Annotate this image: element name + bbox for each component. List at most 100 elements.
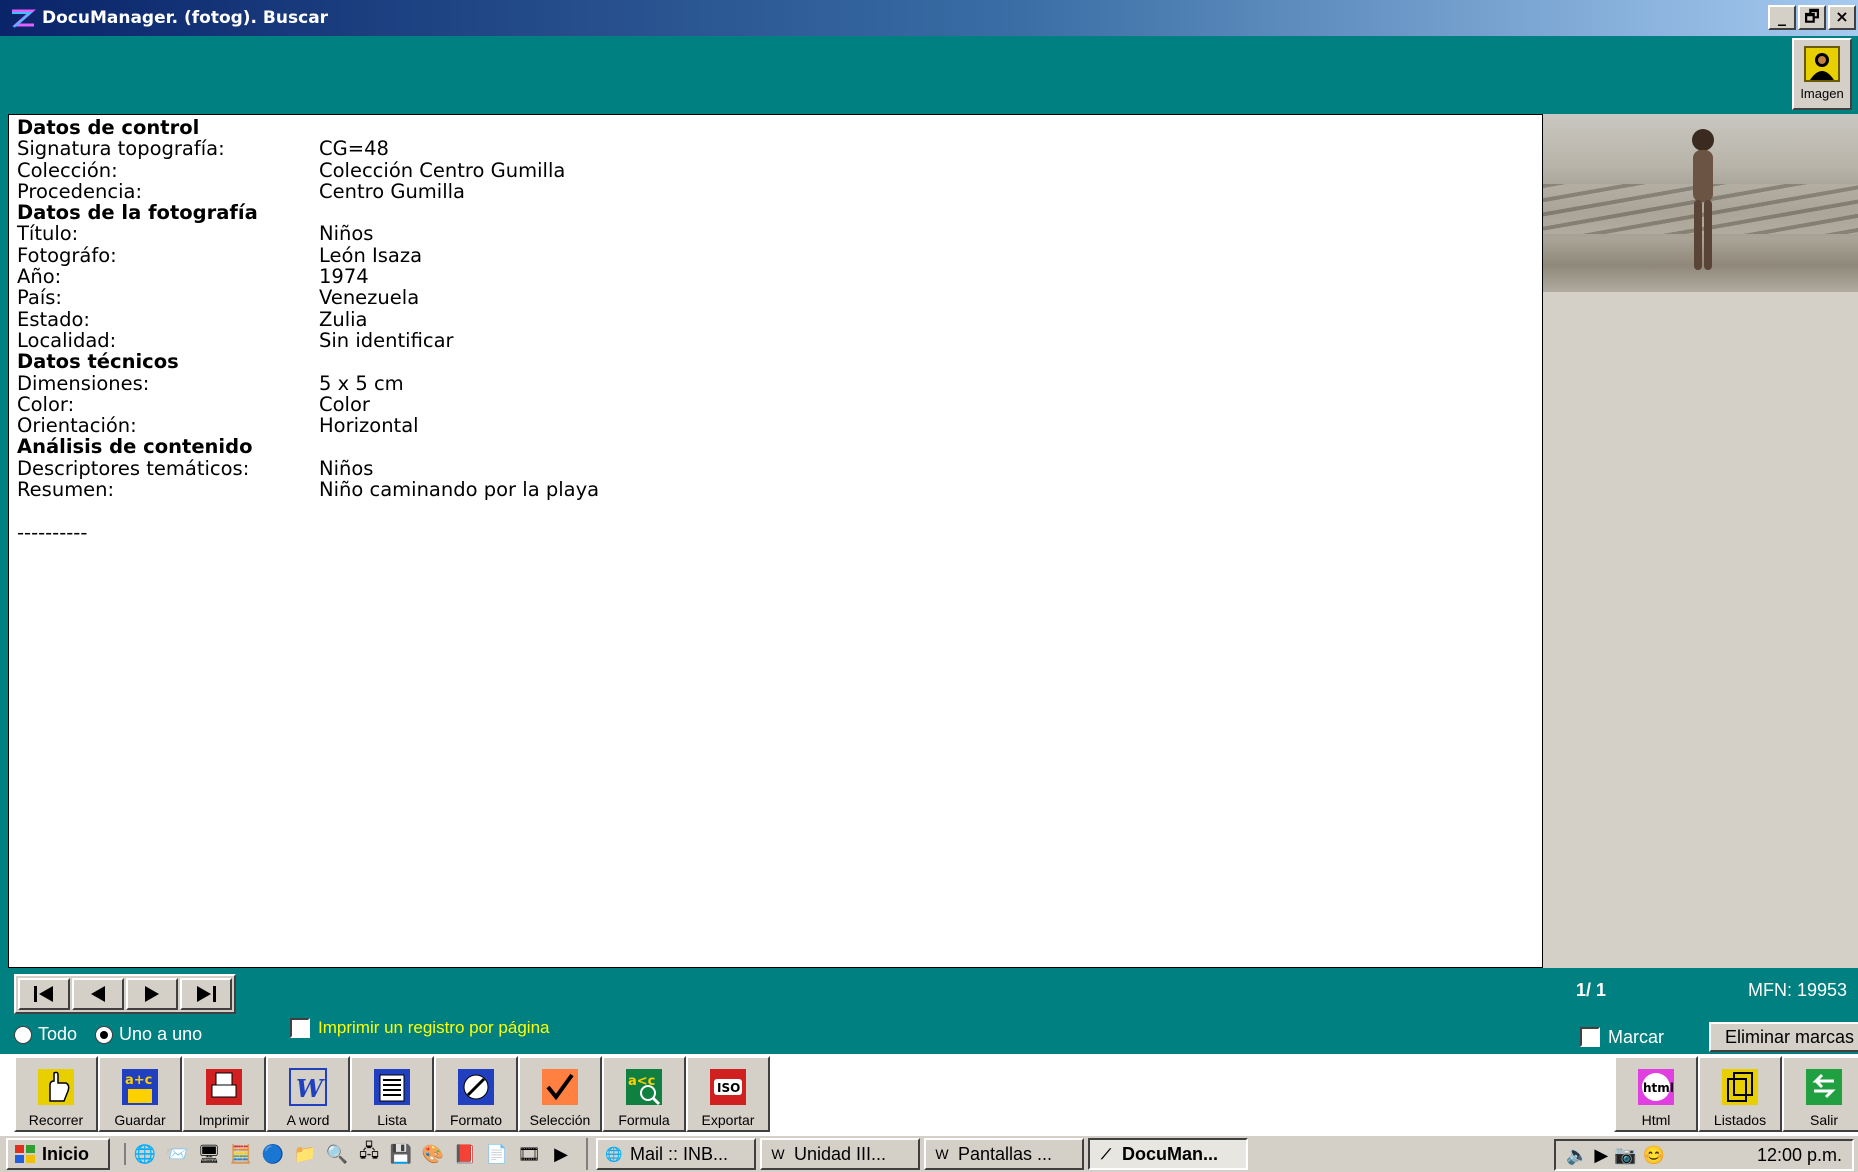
ie-icon[interactable]: 🌐 — [134, 1143, 156, 1165]
section-heading: Datos técnicos — [17, 350, 179, 374]
network-icon[interactable]: 🖧 — [358, 1141, 380, 1165]
book-icon[interactable]: 📕 — [454, 1143, 476, 1165]
seleccion-label: Selección — [529, 1112, 591, 1128]
formula-icon: a<c — [621, 1064, 667, 1110]
salir-button[interactable]: Salir — [1782, 1056, 1858, 1132]
quick-launch: 🌐 📨 🖥 🧮 🔵 📁 🔍 🖧 💾 🎨 📕 📄 🎞 ▶ — [124, 1141, 572, 1165]
field-value: Sin identificar — [319, 328, 454, 352]
radio-todo-control[interactable] — [14, 1025, 32, 1044]
marcar-checkbox[interactable] — [1580, 1027, 1600, 1047]
radio-uno-control[interactable] — [95, 1025, 114, 1044]
field-value: Zulia — [319, 307, 368, 331]
scope-radio-group: Todo Uno a uno — [14, 1024, 212, 1045]
seleccion-button[interactable]: Selección — [518, 1056, 602, 1132]
a-word-button[interactable]: W A word — [266, 1056, 350, 1132]
exportar-button[interactable]: ISO Exportar — [686, 1056, 770, 1132]
imprimir-button[interactable]: Imprimir — [182, 1056, 266, 1132]
acrobat-icon[interactable]: 📄 — [486, 1143, 508, 1165]
word-icon: W — [285, 1064, 331, 1110]
first-icon — [34, 986, 53, 1002]
recorrer-label: Recorrer — [28, 1112, 84, 1128]
formato-button[interactable]: Formato — [434, 1056, 518, 1132]
start-label: Inicio — [42, 1143, 90, 1164]
svg-text:html: html — [1643, 1081, 1674, 1095]
first-record-button[interactable] — [18, 978, 70, 1010]
print-one-per-page-checkbox[interactable] — [290, 1018, 310, 1038]
imagen-button[interactable]: Imagen — [1792, 38, 1852, 110]
lista-button[interactable]: Lista — [350, 1056, 434, 1132]
start-button[interactable]: Inicio — [6, 1138, 110, 1170]
close-button[interactable]: × — [1828, 5, 1856, 30]
html-button[interactable]: html Html — [1614, 1056, 1698, 1132]
player-icon[interactable]: ▶ — [550, 1143, 572, 1165]
mfn-label: MFN: 19953 — [1748, 980, 1848, 1000]
taskbar-task-label: Pantallas ... — [958, 1143, 1053, 1164]
last-icon — [197, 986, 216, 1002]
listados-button[interactable]: Listados — [1698, 1056, 1782, 1132]
field-value: Horizontal — [319, 414, 419, 438]
field-row: Dimensiones: 5 x 5 cm — [17, 372, 1534, 394]
folder-icon[interactable]: 📁 — [294, 1143, 316, 1165]
field-row: Fotográfo: León Isaza — [17, 244, 1534, 266]
window-title: DocuManager. (fotog). Buscar — [42, 8, 329, 28]
marcar-label: Marcar — [1608, 1026, 1665, 1047]
taskbar-task[interactable]: W Pantallas ... — [924, 1138, 1084, 1170]
record-panel: Datos de control Signatura topografía: CG=… — [8, 114, 1543, 968]
desktop-icon[interactable]: 🖥 — [198, 1143, 221, 1165]
field-label: Orientación: — [17, 414, 137, 438]
field-label: Signatura topografía: — [17, 137, 225, 161]
bottom-toolbar: Recorrer a+c Guardar Imprimir W A word Lista Fo… — [0, 1054, 1858, 1134]
taskbar: Inicio 🌐 📨 🖥 🧮 🔵 📁 🔍 🖧 💾 🎨 📕 📄 🎞 ▶ 🌐 Mail… — [0, 1134, 1858, 1172]
navigation-bar: Todo Uno a uno Imprimir un registro por … — [0, 968, 1858, 1054]
system-tray: 🔈 ▶ 📷 😊 12:00 p.m. — [1554, 1139, 1854, 1171]
volume-icon[interactable]: 🔈 — [1566, 1145, 1588, 1166]
field-label: Resumen: — [17, 478, 115, 502]
html-icon: html — [1633, 1064, 1679, 1110]
last-record-button[interactable] — [180, 978, 232, 1010]
field-row: Descriptores temáticos: Niños — [17, 457, 1534, 479]
guardar-button[interactable]: a+c Guardar — [98, 1056, 182, 1132]
recorrer-button[interactable]: Recorrer — [14, 1056, 98, 1132]
taskbar-task[interactable]: ⟋ DocuMan... — [1088, 1138, 1248, 1170]
formula-button[interactable]: a<c Formula — [602, 1056, 686, 1132]
svg-text:ISO: ISO — [717, 1081, 740, 1095]
previous-record-button[interactable] — [72, 978, 124, 1010]
eliminar-marcas-button[interactable]: Eliminar marcas — [1709, 1022, 1858, 1052]
browser-icon[interactable]: 🔵 — [262, 1143, 284, 1165]
camera-icon[interactable]: 📷 — [1614, 1145, 1636, 1166]
field-value: Colección Centro Gumilla — [319, 158, 566, 182]
field-value: Venezuela — [319, 286, 420, 310]
field-row: Signatura topografía: CG=48 — [17, 137, 1534, 161]
field-row: Título: Niños — [17, 223, 1534, 245]
guardar-label: Guardar — [114, 1112, 166, 1128]
photo-thumbnail[interactable] — [1543, 114, 1858, 292]
radio-uno-a-uno[interactable]: Uno a uno — [95, 1024, 202, 1045]
field-value: Niño caminando por la playa — [319, 478, 600, 502]
search-icon[interactable]: 🔍 — [326, 1143, 348, 1165]
check-icon — [537, 1064, 583, 1110]
messenger-icon[interactable]: 😊 — [1643, 1145, 1665, 1166]
radio-todo[interactable]: Todo — [14, 1024, 77, 1045]
paint-icon[interactable]: 🎨 — [422, 1143, 444, 1165]
restore-button[interactable]: 🗗 — [1798, 5, 1826, 30]
taskbar-task-label: Mail :: INB... — [630, 1143, 729, 1164]
taskbar-task[interactable]: W Unidad III... — [760, 1138, 920, 1170]
field-row: Color: Color — [17, 392, 1534, 416]
clock: 12:00 p.m. — [1756, 1144, 1842, 1165]
media-tray-icon[interactable]: ▶ — [1594, 1145, 1608, 1166]
drive-icon[interactable]: 💾 — [390, 1143, 412, 1165]
media-icon[interactable]: 🎞 — [518, 1143, 541, 1165]
field-row: Orientación: Horizontal — [17, 414, 1534, 438]
field-label: Color: — [17, 392, 75, 416]
minimize-button[interactable]: _ — [1768, 5, 1796, 30]
radio-uno-label: Uno a uno — [119, 1024, 203, 1044]
print-one-per-page-label: Imprimir un registro por página — [318, 1018, 550, 1037]
outlook-icon[interactable]: 📨 — [166, 1143, 188, 1165]
marcar-option[interactable]: Marcar — [1580, 1022, 1706, 1052]
taskbar-task[interactable]: 🌐 Mail :: INB... — [596, 1138, 756, 1170]
field-row: Colección: Colección Centro Gumilla — [17, 158, 1534, 182]
calc-icon[interactable]: 🧮 — [230, 1143, 252, 1165]
next-record-button[interactable] — [126, 978, 178, 1010]
print-one-per-page-option[interactable]: Imprimir un registro por página — [290, 1018, 549, 1038]
field-value: Color — [319, 392, 370, 416]
